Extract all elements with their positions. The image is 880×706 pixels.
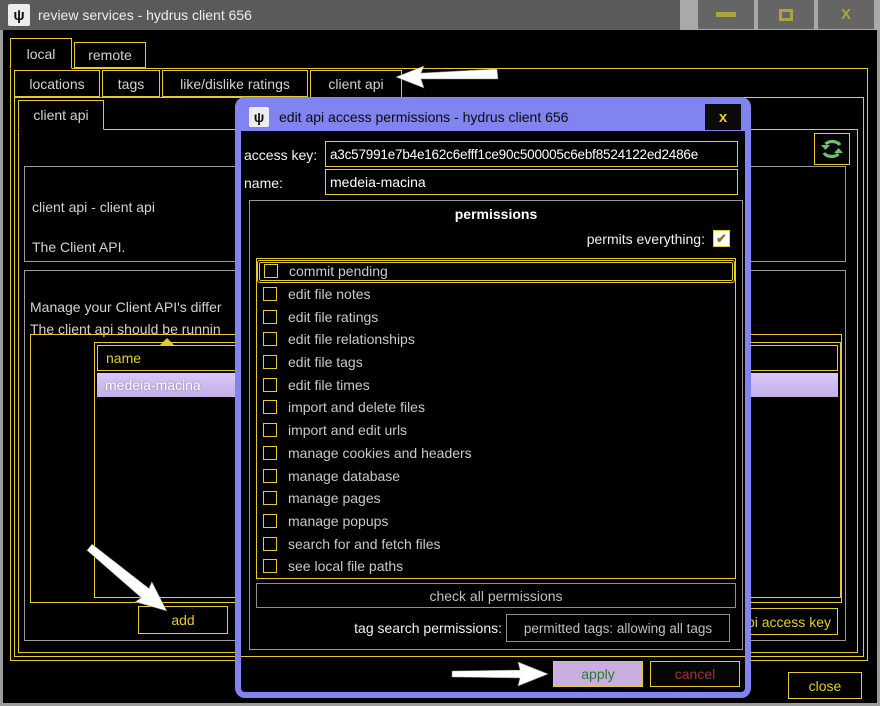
permission-label: manage database [288, 468, 400, 484]
apply-button[interactable]: apply [553, 661, 643, 687]
permission-item[interactable]: edit file times [257, 373, 735, 396]
dialog-psi-icon: ψ [249, 107, 269, 127]
name-input[interactable]: medeia-macina [325, 169, 738, 195]
access-key-label: access key: [244, 147, 317, 163]
tag-search-permissions-label: tag search permissions: [310, 620, 502, 636]
checkbox-unchecked-icon[interactable] [263, 537, 277, 551]
checkbox-unchecked-icon[interactable] [263, 400, 277, 414]
permissions-list: commit pending edit file notes edit file r… [256, 258, 736, 579]
checkbox-unchecked-icon[interactable] [263, 378, 277, 392]
refresh-icon [819, 137, 845, 161]
permission-label: commit pending [289, 263, 388, 279]
window-border-left [0, 30, 3, 703]
checkbox-unchecked-icon[interactable] [263, 469, 277, 483]
permissions-panel: permissions permits everything: commit p… [249, 200, 743, 650]
permission-label: edit file ratings [288, 309, 378, 325]
tag-search-permissions-button[interactable]: permitted tags: allowing all tags [506, 614, 730, 642]
permission-label: edit file times [288, 377, 370, 393]
permission-item[interactable]: import and edit urls [257, 419, 735, 442]
tab-locations[interactable]: locations [14, 70, 100, 97]
checkbox-unchecked-icon[interactable] [263, 514, 277, 528]
permission-label: search for and fetch files [288, 536, 441, 552]
permission-label: see local file paths [288, 558, 403, 574]
tab-tags[interactable]: tags [102, 70, 160, 97]
window-controls: X [680, 0, 880, 30]
tab-remote[interactable]: remote [74, 42, 146, 68]
dialog-title: edit api access permissions - hydrus cli… [279, 109, 705, 125]
close-button[interactable]: close [788, 672, 862, 699]
service-info-line1: client api - client api [32, 199, 155, 215]
permission-label: manage pages [288, 490, 381, 506]
permission-label: edit file notes [288, 286, 371, 302]
permission-item[interactable]: edit file relationships [257, 328, 735, 351]
sort-ascending-icon[interactable] [160, 338, 174, 345]
review-services-window: ψ review services - hydrus client 656 X … [0, 0, 880, 706]
minimize-button[interactable] [698, 0, 754, 29]
permission-label: edit file tags [288, 354, 363, 370]
checkbox-unchecked-icon[interactable] [263, 491, 277, 505]
permission-label: manage popups [288, 513, 388, 529]
checkbox-unchecked-icon[interactable] [264, 264, 278, 278]
checkbox-unchecked-icon[interactable] [263, 559, 277, 573]
permission-item[interactable]: manage popups [257, 510, 735, 533]
permission-item[interactable]: manage database [257, 464, 735, 487]
minimize-icon [716, 12, 736, 17]
checkbox-unchecked-icon[interactable] [263, 332, 277, 346]
permission-label: edit file relationships [288, 331, 415, 347]
permission-item[interactable]: search for and fetch files [257, 532, 735, 555]
edit-api-permissions-dialog: ψ edit api access permissions - hydrus c… [235, 97, 751, 698]
permissions-title: permissions [250, 206, 742, 222]
tab-local[interactable]: local [10, 38, 72, 69]
maximize-icon [779, 9, 793, 21]
refresh-button[interactable] [814, 133, 850, 165]
window-title: review services - hydrus client 656 [38, 7, 252, 23]
checkbox-unchecked-icon[interactable] [263, 446, 277, 460]
permission-item[interactable]: manage cookies and headers [257, 442, 735, 465]
permission-item[interactable]: see local file paths [257, 555, 735, 578]
access-key-input[interactable]: a3c57991e7b4e162c6efff1ce90c500005c6ebf8… [325, 141, 738, 167]
service-info-line2: The Client API. [32, 239, 125, 255]
tab-client-api-service[interactable]: client api [18, 100, 104, 130]
cancel-button[interactable]: cancel [650, 661, 740, 687]
table-column-name[interactable]: name [106, 350, 141, 366]
check-all-permissions-button[interactable]: check all permissions [256, 583, 736, 608]
dialog-title-bar[interactable]: ψ edit api access permissions - hydrus c… [241, 103, 745, 131]
tab-like-dislike-ratings[interactable]: like/dislike ratings [162, 70, 308, 97]
permission-label: import and delete files [288, 399, 425, 415]
permission-item[interactable]: import and delete files [257, 396, 735, 419]
arrow-pointing-at-apply-button [450, 661, 550, 687]
checkbox-unchecked-icon[interactable] [263, 310, 277, 324]
permission-item[interactable]: commit pending [257, 260, 735, 283]
checkbox-unchecked-icon[interactable] [263, 287, 277, 301]
permission-label: import and edit urls [288, 422, 407, 438]
close-window-button[interactable]: X [818, 0, 874, 29]
maximize-button[interactable] [758, 0, 814, 29]
permission-label: manage cookies and headers [288, 445, 472, 461]
permits-everything-label: permits everything: [587, 231, 705, 247]
checkbox-unchecked-icon[interactable] [263, 423, 277, 437]
dialog-separator [241, 656, 745, 657]
permits-everything-checkbox[interactable] [713, 230, 730, 247]
permission-item[interactable]: edit file ratings [257, 305, 735, 328]
checkbox-unchecked-icon[interactable] [263, 355, 277, 369]
tab-client-api[interactable]: client api [310, 70, 402, 98]
manage-intro-line1: Manage your Client API's differ [30, 299, 222, 315]
permission-item[interactable]: edit file tags [257, 351, 735, 374]
dialog-close-button[interactable]: x [705, 104, 741, 130]
app-psi-icon: ψ [8, 4, 30, 26]
name-label: name: [244, 175, 283, 191]
arrow-pointing-left-at-client-api-tab [394, 63, 500, 91]
permission-item[interactable]: manage pages [257, 487, 735, 510]
permission-item[interactable]: edit file notes [257, 283, 735, 306]
close-icon: X [841, 6, 851, 23]
